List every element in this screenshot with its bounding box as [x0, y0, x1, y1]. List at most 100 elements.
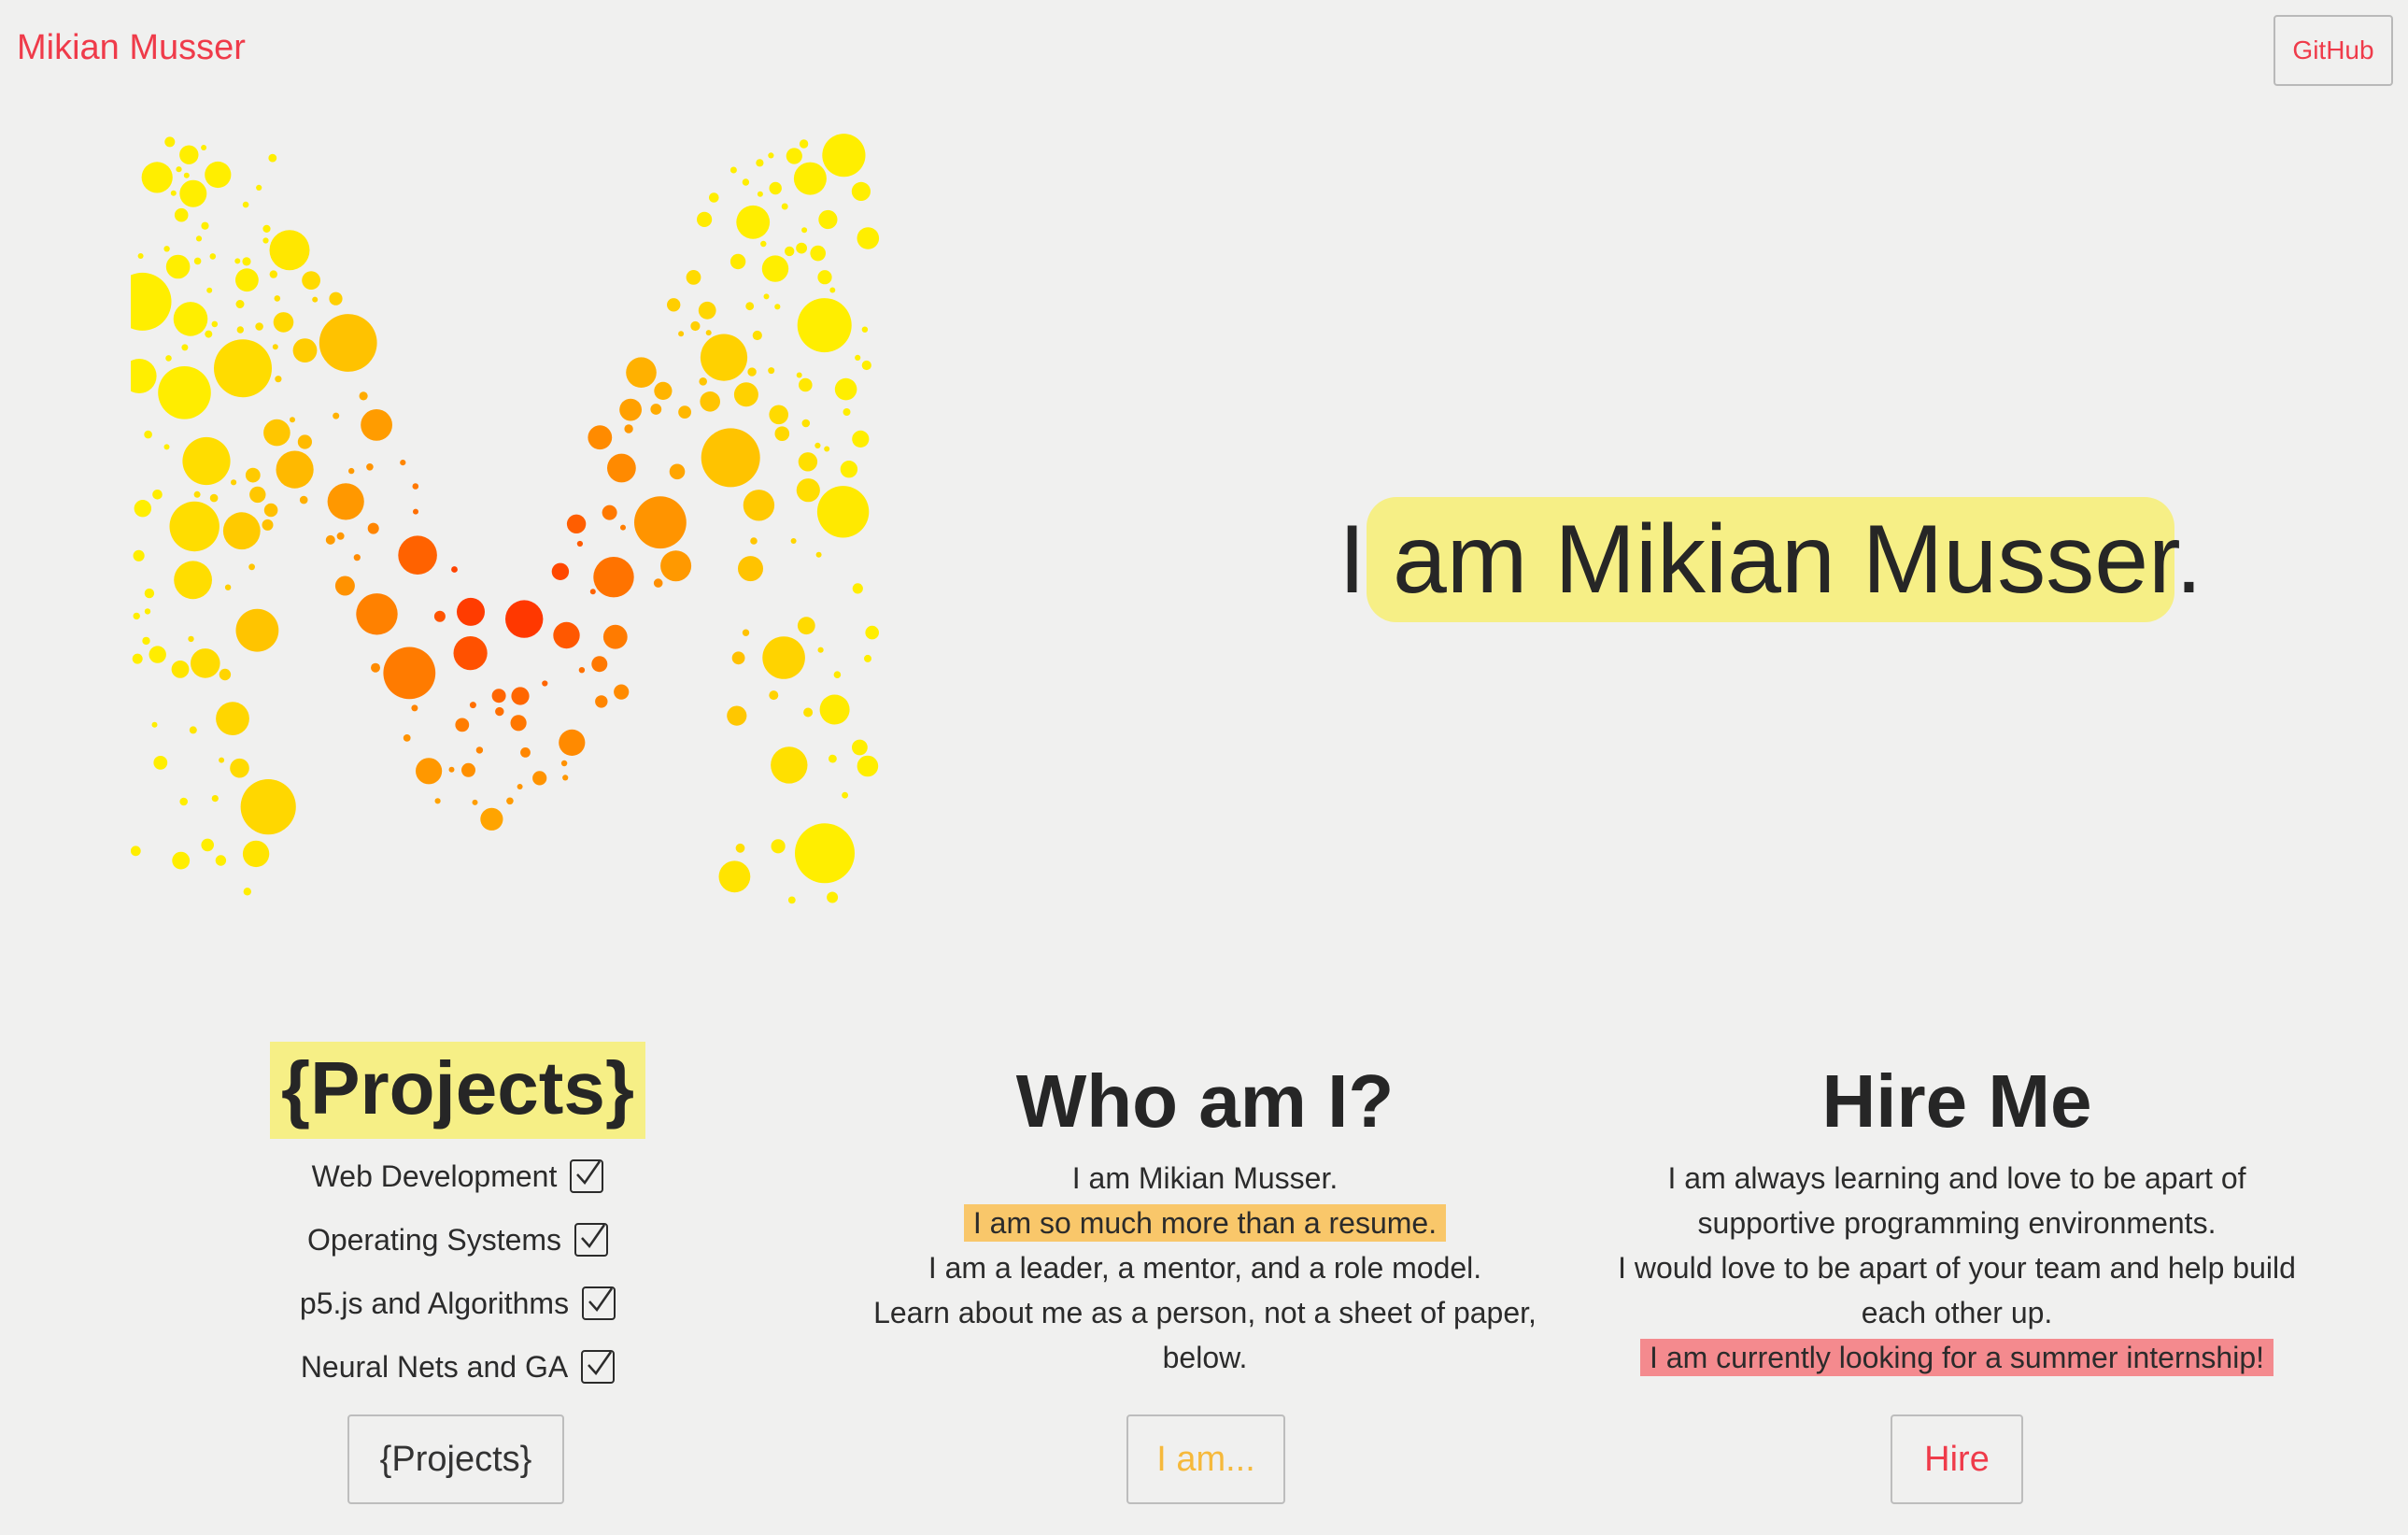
logo-dot: [511, 687, 530, 705]
logo-dot: [256, 184, 262, 191]
logo-dot: [824, 446, 830, 452]
logo-dot: [607, 453, 636, 483]
hire-button[interactable]: Hire: [1891, 1414, 2023, 1504]
logo-dot: [480, 807, 503, 831]
logo-dot: [153, 756, 168, 770]
logo-dot: [861, 360, 871, 371]
logo-dot: [302, 271, 320, 290]
logo-dot: [667, 298, 681, 312]
logo-dot: [297, 434, 312, 449]
logo-dot: [491, 689, 506, 704]
logo-dot: [189, 726, 197, 734]
logo-dot: [699, 377, 707, 386]
logo-dot: [179, 145, 199, 164]
logo-dot: [398, 535, 437, 575]
logo-dot: [822, 134, 866, 178]
logo-dot: [769, 181, 782, 195]
logo-dot: [234, 258, 241, 264]
who-line: Learn about me as a person, not a sheet …: [873, 1296, 1537, 1329]
list-item: p5.js and Algorithms: [234, 1272, 682, 1335]
logo-dot: [752, 330, 762, 341]
logo-dot: [179, 797, 188, 806]
logo-dot: [690, 320, 701, 332]
logo-dot: [451, 566, 458, 573]
logo-dot: [262, 237, 269, 244]
logo-dot: [416, 758, 443, 785]
logo-dot: [785, 246, 795, 257]
checkbox-icon: [574, 1223, 609, 1257]
logo-dot: [851, 181, 871, 201]
logo-dot: [852, 430, 870, 448]
logo-dot: [736, 205, 771, 239]
logo-dot: [857, 227, 880, 249]
logo-dot: [733, 382, 758, 407]
logo-dot: [842, 791, 848, 799]
logo-dot: [201, 221, 209, 230]
logo-dot: [433, 610, 446, 622]
logo-dot: [787, 896, 796, 904]
logo-dot: [700, 334, 748, 381]
logo-dot: [131, 846, 141, 857]
github-button[interactable]: GitHub: [2273, 15, 2393, 86]
logo-dot: [359, 391, 368, 401]
logo-dot: [400, 460, 406, 466]
logo-dot: [205, 161, 232, 189]
logo-dot: [852, 583, 863, 594]
logo-dot: [855, 354, 861, 361]
logo-dot: [475, 746, 484, 754]
logo-dot: [461, 762, 475, 777]
logo-dot: [412, 483, 419, 490]
logo-dot: [819, 694, 850, 725]
logo-dot: [602, 624, 628, 649]
logo-dot: [591, 656, 608, 673]
logo-dot: [163, 444, 170, 450]
project-label: Neural Nets and GA: [300, 1349, 569, 1384]
list-item: Neural Nets and GA: [234, 1335, 682, 1399]
iam-button[interactable]: I am...: [1126, 1414, 1285, 1504]
logo-dot: [411, 704, 418, 712]
logo-dot: [551, 562, 570, 580]
logo-dot: [413, 508, 418, 515]
logo-dot: [170, 190, 177, 196]
logo-dot: [371, 662, 380, 673]
logo-dot: [589, 589, 596, 595]
logo-dot: [798, 452, 818, 472]
logo-dot: [361, 409, 392, 441]
logo-dot: [299, 495, 308, 505]
logo-dot: [236, 326, 244, 334]
logo-dot: [595, 695, 608, 708]
logo-dot: [325, 534, 335, 545]
project-label: Web Development: [311, 1158, 558, 1193]
logo-dot: [137, 253, 144, 259]
logo-dot: [272, 344, 278, 350]
logo-dot: [152, 490, 163, 500]
logo-dot: [164, 136, 176, 148]
logo-dot: [183, 172, 190, 178]
logo-dot: [626, 357, 657, 389]
checkbox-icon: [581, 1350, 616, 1384]
brand-link[interactable]: Mikian Musser: [17, 28, 246, 68]
logo-dot: [678, 331, 685, 337]
logo-dot: [669, 463, 686, 480]
logo-dot: [174, 561, 212, 600]
hero-heading: I am Mikian Musser.: [1339, 497, 2203, 622]
logo-dot: [348, 467, 355, 475]
logo-dot: [312, 296, 319, 303]
logo-dot: [263, 503, 278, 518]
logo-dot: [269, 270, 277, 278]
logo-dot: [356, 593, 398, 635]
logo-dot: [193, 490, 201, 498]
projects-button[interactable]: {Projects}: [347, 1414, 564, 1504]
logo-dot: [132, 653, 143, 664]
logo-dot: [334, 576, 355, 596]
logo-dot: [796, 478, 820, 503]
logo-dot: [201, 838, 214, 852]
logo-dot: [697, 211, 713, 227]
logo-dot: [769, 405, 788, 425]
logo-dot: [735, 843, 745, 853]
logo-dot: [757, 191, 763, 197]
logo-dot: [799, 139, 809, 149]
logo-dot: [248, 563, 255, 571]
logo-dot: [861, 326, 869, 333]
logo-dot: [718, 860, 751, 893]
